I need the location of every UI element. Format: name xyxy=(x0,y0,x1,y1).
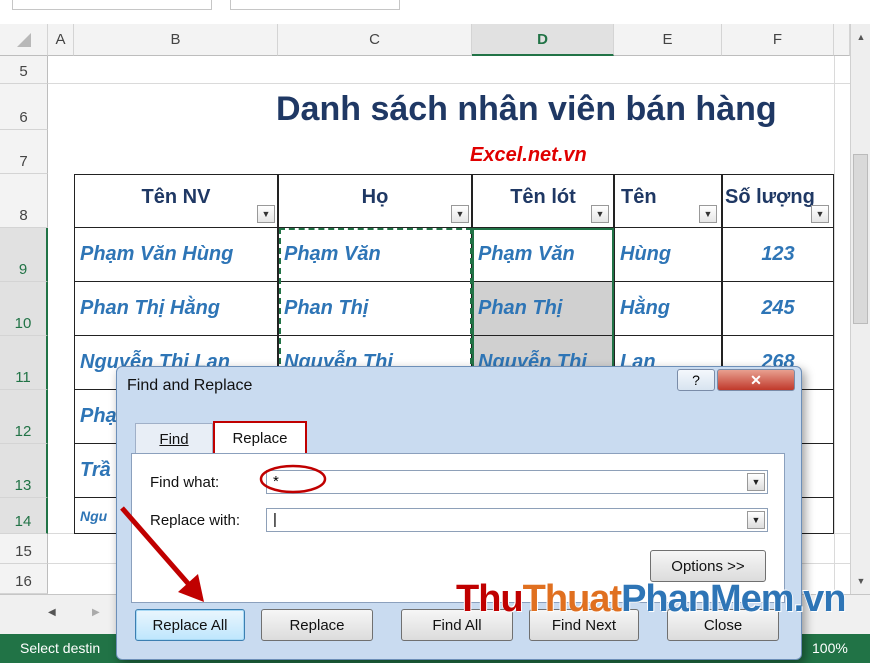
vertical-scrollbar[interactable]: ▲ ▼ xyxy=(850,24,870,594)
cell-name[interactable]: Phạm Văn Hùng xyxy=(74,228,278,282)
filter-dropdown-icon[interactable]: ▼ xyxy=(699,205,717,223)
watermark-part: Thu xyxy=(456,578,524,620)
help-icon: ? xyxy=(692,372,700,388)
watermark-part: Mem xyxy=(709,578,795,620)
sheet-title: Danh sách nhân viên bán hàng xyxy=(276,90,777,128)
gridline xyxy=(834,56,835,594)
row-header-7[interactable]: 7 xyxy=(0,130,48,174)
tab-find-label: Find xyxy=(159,431,189,448)
replace-label: Replace xyxy=(289,616,345,634)
cell-ten[interactable]: Hằng xyxy=(614,282,722,336)
filter-dropdown-icon[interactable]: ▼ xyxy=(811,205,829,223)
scroll-up-icon[interactable]: ▲ xyxy=(854,30,868,44)
cell-qty[interactable]: 123 xyxy=(722,228,834,282)
row-header-16[interactable]: 16 xyxy=(0,564,48,594)
watermark-part: Phan xyxy=(621,578,711,620)
formula-bar-strip xyxy=(0,0,870,24)
header-label: Tên NV xyxy=(141,185,211,208)
formula-input[interactable] xyxy=(230,0,400,10)
filter-dropdown-icon[interactable]: ▼ xyxy=(257,205,275,223)
header-label: Số lượng xyxy=(725,185,815,208)
tab-replace[interactable]: Replace xyxy=(213,421,307,455)
tab-find[interactable]: Find xyxy=(135,423,213,455)
replace-all-button[interactable]: Replace All xyxy=(135,609,245,641)
options-label: Options >> xyxy=(671,557,745,575)
header-label: Tên xyxy=(621,185,657,208)
highlight-ellipse xyxy=(259,464,327,494)
gridline xyxy=(48,83,850,84)
cell-name[interactable]: Phan Thị Hằng xyxy=(74,282,278,336)
zoom-level[interactable]: 100% xyxy=(812,634,848,663)
row-header-10[interactable]: 10 xyxy=(0,282,48,336)
row-header-9[interactable]: 9 xyxy=(0,228,48,282)
row-header-6[interactable]: 6 xyxy=(0,84,48,130)
replace-with-input[interactable]: | ▼ xyxy=(266,508,768,532)
site-label: Excel.net.vn xyxy=(470,144,587,166)
header-label: Họ xyxy=(361,185,389,208)
col-header-e[interactable]: E xyxy=(614,24,722,56)
col-header-f[interactable]: F xyxy=(722,24,834,56)
col-header-g[interactable] xyxy=(834,24,850,56)
tab-replace-label: Replace xyxy=(232,429,288,447)
scroll-down-icon[interactable]: ▼ xyxy=(854,574,868,588)
header-label: Tên lót xyxy=(510,185,576,208)
help-button[interactable]: ? xyxy=(677,369,715,391)
row-header-8[interactable]: 8 xyxy=(0,174,48,228)
row-header-5[interactable]: 5 xyxy=(0,56,48,84)
row-header-12[interactable]: 12 xyxy=(0,390,48,444)
tab-prev-icon[interactable]: ◀ xyxy=(48,607,56,618)
annotation-arrow-icon xyxy=(120,506,204,602)
dropdown-icon[interactable]: ▼ xyxy=(747,511,765,529)
name-box[interactable] xyxy=(12,0,212,10)
cell-qty[interactable]: 245 xyxy=(722,282,834,336)
select-all-corner[interactable] xyxy=(0,24,48,56)
col-header-a[interactable]: A xyxy=(48,24,74,56)
header-ten[interactable]: Tên ▼ xyxy=(614,174,722,228)
watermark-part: Thuat xyxy=(522,578,622,620)
dialog-title: Find and Replace xyxy=(127,377,253,394)
replace-all-label: Replace All xyxy=(152,616,228,634)
row-header-14[interactable]: 14 xyxy=(0,498,48,534)
replace-button[interactable]: Replace xyxy=(261,609,373,641)
scroll-thumb[interactable] xyxy=(853,154,868,324)
close-x-button[interactable]: ✕ xyxy=(717,369,795,391)
header-ho[interactable]: Họ ▼ xyxy=(278,174,472,228)
find-what-input[interactable]: * ▼ xyxy=(266,470,768,494)
filter-dropdown-icon[interactable]: ▼ xyxy=(451,205,469,223)
col-header-d[interactable]: D xyxy=(472,24,614,56)
col-header-c[interactable]: C xyxy=(278,24,472,56)
header-so-luong[interactable]: Số lượng ▼ xyxy=(722,174,834,228)
replace-with-value: | xyxy=(273,511,277,528)
row-header-13[interactable]: 13 xyxy=(0,444,48,498)
filter-dropdown-icon[interactable]: ▼ xyxy=(591,205,609,223)
tab-next-icon[interactable]: ▶ xyxy=(92,607,100,618)
dropdown-icon[interactable]: ▼ xyxy=(747,473,765,491)
row-header-11[interactable]: 11 xyxy=(0,336,48,390)
header-ten-lot[interactable]: Tên lót ▼ xyxy=(472,174,614,228)
watermark: ThuThuatPhanMem.vn xyxy=(456,578,847,621)
status-text: Select destin xyxy=(20,640,101,656)
row-header-15[interactable]: 15 xyxy=(0,534,48,564)
close-icon: ✕ xyxy=(750,371,762,388)
find-what-label: Find what: xyxy=(150,474,220,491)
watermark-part: .vn xyxy=(793,578,847,620)
col-header-b[interactable]: B xyxy=(74,24,278,56)
cell-ten[interactable]: Hùng xyxy=(614,228,722,282)
select-all-icon xyxy=(16,32,31,47)
header-ten-nv[interactable]: Tên NV ▼ xyxy=(74,174,278,228)
